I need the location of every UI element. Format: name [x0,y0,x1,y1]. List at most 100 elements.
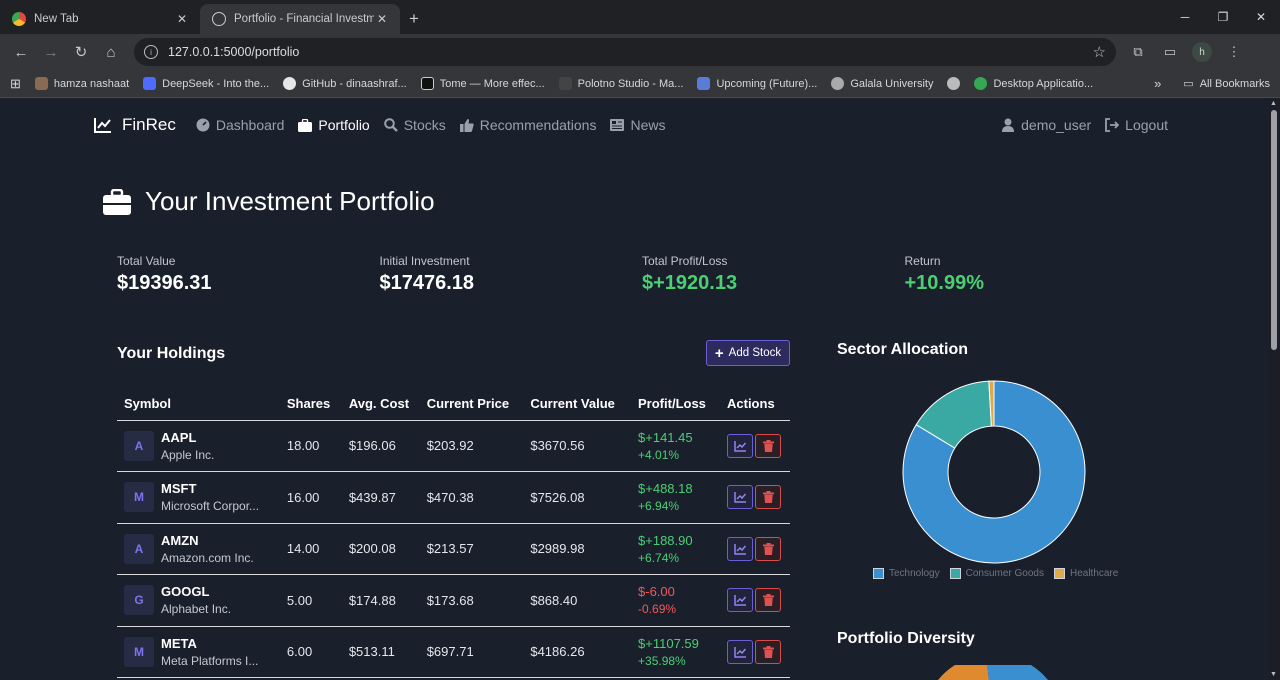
bookmark-item[interactable]: DeepSeek - Into the... [143,77,269,90]
delete-button[interactable] [755,485,781,510]
search-icon [383,118,398,132]
cell-avg-cost: $196.06 [341,420,420,472]
cell-current-price: $213.57 [419,523,524,575]
cell-current-value: $7526.08 [523,471,632,524]
new-tab-button[interactable]: + [400,4,428,34]
page-content: FinRec Dashboard Portfolio Stocks Recomm… [0,98,1268,680]
close-tab-icon[interactable]: ✕ [374,12,390,26]
cell-current-value: $868.40 [523,574,632,627]
nav-recommendations[interactable]: Recommendations [459,117,596,133]
legend-label: Consumer Goods [965,568,1044,579]
view-chart-button[interactable] [727,433,753,458]
stock-avatar: M [124,636,154,667]
user-menu[interactable]: demo_user [1001,117,1091,133]
table-row: A AMZN Amazon.com Inc. 14.00 $200.08 $213.57 $… [117,523,790,575]
profit-loss-amount: $+488.18 [638,481,693,497]
scroll-down-icon[interactable]: ▼ [1270,671,1277,678]
add-stock-button[interactable]: + Add Stock [706,340,790,366]
page-title: Your Investment Portfolio [103,186,435,217]
cell-actions [720,626,790,678]
portfolio-stats: Total Value $19396.31 Initial Investment… [117,254,1167,295]
legend-item[interactable]: Healthcare [1053,568,1119,579]
reload-icon[interactable]: ↻ [66,37,96,67]
cell-current-value: $3670.56 [523,420,632,472]
stock-symbol[interactable]: MSFT [161,481,259,496]
close-tab-icon[interactable]: ✕ [174,12,190,26]
forward-icon[interactable]: → [36,37,66,67]
bookmark-item[interactable]: Galala University [831,77,933,90]
col-symbol: Symbol [117,388,280,421]
profile-avatar[interactable]: h [1192,42,1212,62]
bookmark-item[interactable] [947,77,961,90]
trash-icon [762,439,774,452]
stat-initial-investment: Initial Investment $17476.18 [379,254,475,294]
cell-profit-loss: $+141.45 +4.01% [631,420,720,472]
view-chart-button[interactable] [727,485,753,510]
page-scrollbar[interactable]: ▲ ▼ [1268,98,1280,680]
cell-current-price: $203.92 [419,420,524,472]
delete-button[interactable] [755,433,781,458]
bookmark-item[interactable]: Desktop Applicatio... [974,77,1093,90]
tab-title: New Tab [34,13,79,25]
bookmark-item[interactable]: Upcoming (Future)... [697,77,817,90]
back-icon[interactable]: ← [6,37,36,67]
cell-current-price: $697.71 [419,626,524,678]
stock-name: Apple Inc. [161,447,215,462]
extensions-icon[interactable]: ⧉ [1122,37,1154,67]
tab-search-icon[interactable]: ▭ [1154,37,1186,67]
delete-button[interactable] [755,536,781,561]
cell-profit-loss: $+488.18 +6.94% [631,471,720,524]
delete-button[interactable] [755,639,781,664]
nav-dashboard[interactable]: Dashboard [196,117,284,133]
nav-news[interactable]: News [610,117,665,133]
bookmark-item[interactable]: hamza nashaat [34,77,129,90]
bookmark-item[interactable]: GitHub - dinaashraf... [283,77,407,90]
restore-icon[interactable]: ❐ [1204,0,1242,34]
menu-icon[interactable]: ⋮ [1218,37,1250,67]
sector-allocation-chart [902,380,1086,564]
brand-logo[interactable]: FinRec [94,115,176,135]
tab-portfolio[interactable]: Portfolio - Financial Investment ✕ [200,4,400,34]
globe-icon [212,12,226,26]
legend-label: Healthcare [1069,568,1119,579]
logout-link[interactable]: Logout [1105,117,1168,133]
col-shares: Shares [279,388,342,421]
minimize-icon[interactable]: ─ [1166,0,1204,34]
stock-symbol[interactable]: AMZN [161,533,254,548]
apps-icon[interactable]: ⊞ [10,76,21,92]
nav-stocks[interactable]: Stocks [383,117,446,133]
close-window-icon[interactable]: ✕ [1242,0,1280,34]
line-chart-icon [733,543,746,555]
cell-symbol: M META Meta Platforms I... [117,626,280,678]
stock-symbol[interactable]: GOOGL [161,584,231,599]
legend-item[interactable]: Technology [873,568,940,579]
view-chart-button[interactable] [727,536,753,561]
tab-new-tab[interactable]: New Tab ✕ [0,4,200,34]
nav-portfolio[interactable]: Portfolio [298,117,370,133]
cell-current-value: $2989.98 [523,523,632,575]
bookmark-item[interactable]: Tome — More effec... [420,77,545,90]
stock-name: Amazon.com Inc. [161,550,254,565]
delete-button[interactable] [755,588,781,613]
view-chart-button[interactable] [727,588,753,613]
more-bookmarks-icon[interactable]: » [1154,76,1161,91]
briefcase-icon [298,118,313,132]
tab-title: Portfolio - Financial Investment [234,13,374,25]
bookmark-star-icon[interactable]: ☆ [1093,43,1106,61]
cell-symbol: A AMZN Amazon.com Inc. [117,523,280,575]
site-info-icon[interactable]: i [144,45,158,59]
bookmark-item[interactable]: Polotno Studio - Ma... [558,77,683,90]
address-bar[interactable]: i 127.0.0.1:5000/portfolio ☆ [134,38,1116,66]
stock-avatar: M [124,482,154,513]
scroll-up-icon[interactable]: ▲ [1270,100,1277,107]
home-icon[interactable]: ⌂ [96,37,126,67]
stock-symbol[interactable]: META [161,636,258,651]
legend-item[interactable]: Consumer Goods [949,568,1044,579]
view-chart-button[interactable] [727,639,753,664]
all-bookmarks-link[interactable]: All Bookmarks [1200,78,1270,90]
cell-current-value: $4186.26 [523,626,632,678]
cell-actions [720,574,790,627]
scrollbar-thumb[interactable] [1271,110,1277,350]
stock-symbol[interactable]: AAPL [161,430,214,445]
legend-swatch [873,568,884,579]
